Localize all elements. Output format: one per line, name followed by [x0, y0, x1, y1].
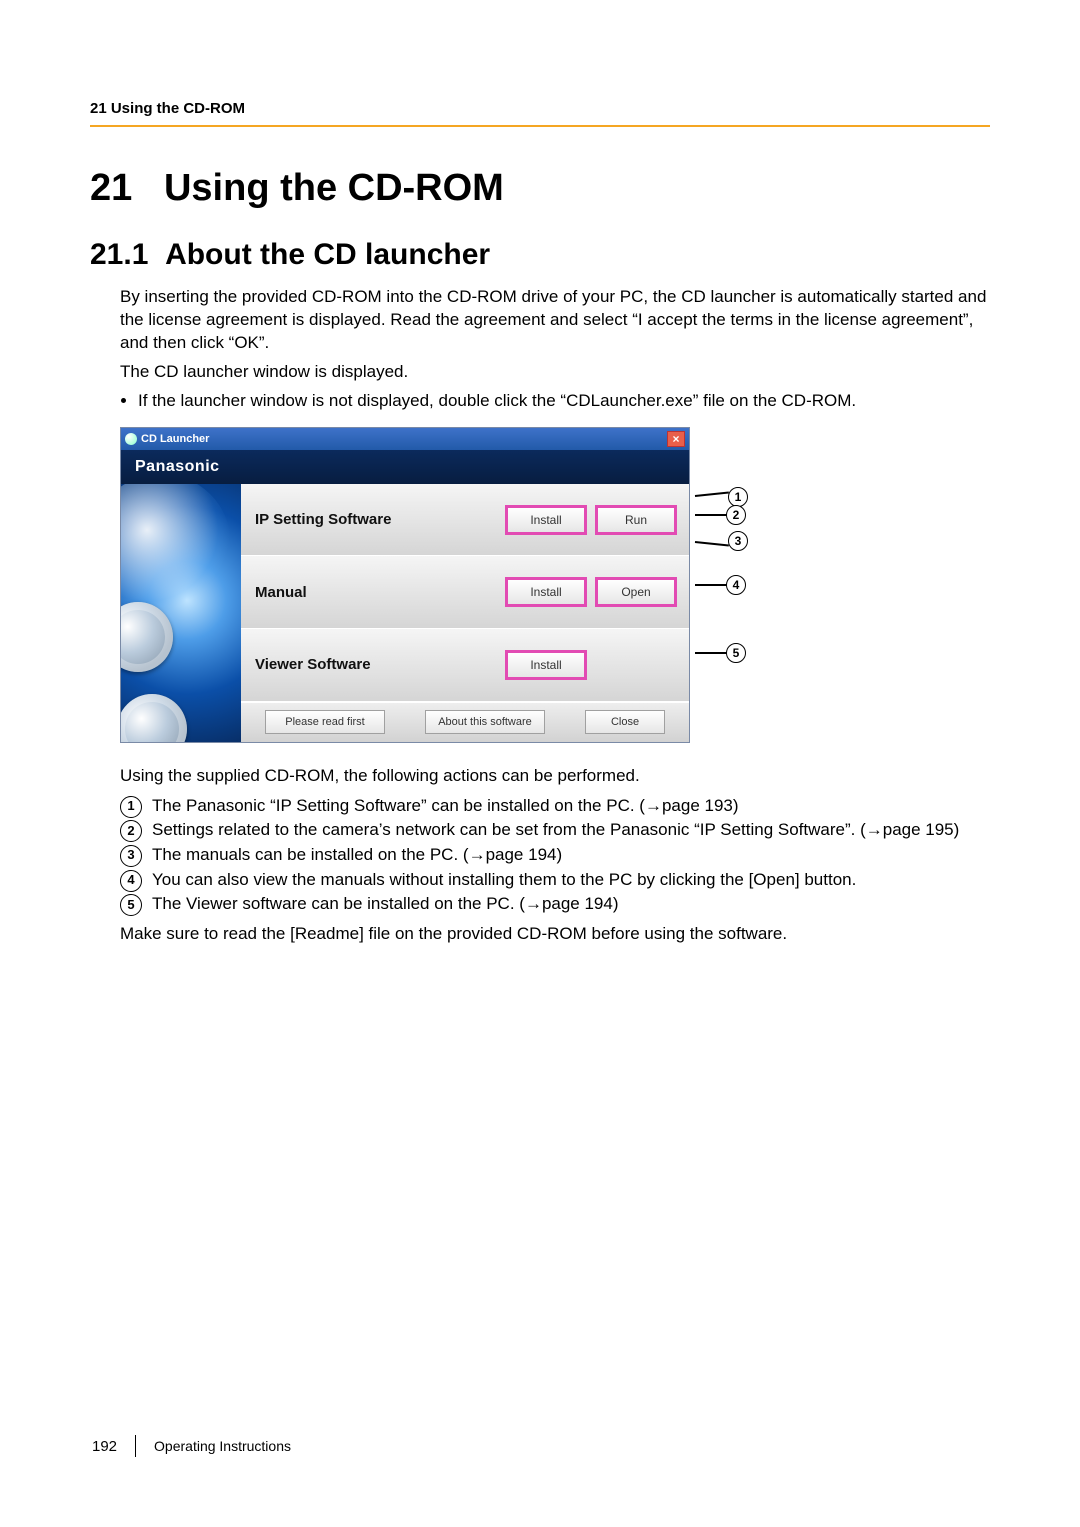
callout-number: 2	[726, 505, 746, 525]
page-number: 192	[92, 1438, 117, 1455]
app-icon	[125, 433, 137, 445]
page-footer: 192 Operating Instructions	[92, 1435, 291, 1457]
circled-number-icon: 5	[120, 894, 142, 916]
section-heading: 21.1 About the CD launcher	[90, 238, 990, 272]
install-button[interactable]: Install	[507, 579, 585, 605]
callout-number: 4	[726, 575, 746, 595]
window-title: CD Launcher	[141, 433, 209, 445]
section-number: 21.1	[90, 238, 148, 271]
callout-2: 2	[695, 505, 746, 525]
legend-item-2: 2 Settings related to the camera’s networ…	[90, 818, 990, 843]
chapter-title: Using the CD-ROM	[164, 167, 504, 209]
brand-bar: Panasonic	[121, 450, 689, 484]
circled-number-icon: 4	[120, 870, 142, 892]
install-button[interactable]: Install	[507, 507, 585, 533]
callout-5: 5	[695, 643, 746, 663]
launcher-bottom-bar: Please read first About this software Cl…	[241, 702, 689, 742]
footer-separator	[135, 1435, 136, 1457]
callout-number: 3	[728, 531, 748, 551]
legend-item-1: 1 The Panasonic “IP Setting Software” can…	[90, 794, 990, 819]
legend-item-4: 4 You can also view the manuals without i…	[90, 868, 990, 893]
legend-tail: Make sure to read the [Readme] file on t…	[90, 923, 990, 946]
legend-text: You can also view the manuals without in…	[152, 868, 990, 893]
disc-icon	[121, 602, 173, 672]
row-label: Manual	[255, 584, 495, 601]
about-this-software-button[interactable]: About this software	[425, 710, 545, 734]
callout-3: 3	[695, 531, 748, 551]
please-read-first-button[interactable]: Please read first	[265, 710, 385, 734]
cd-launcher-window: CD Launcher × Panasonic IP Setting Softw…	[120, 427, 690, 743]
callout-1: 1	[695, 487, 748, 507]
row-viewer-software: Viewer Software Install	[241, 629, 689, 702]
callout-4: 4	[695, 575, 746, 595]
legend-text: The manuals can be installed on the PC. …	[152, 843, 990, 868]
legend-list: 1 The Panasonic “IP Setting Software” can…	[90, 794, 990, 917]
chapter-number: 21	[90, 167, 132, 209]
legend-text: The Panasonic “IP Setting Software” can …	[152, 794, 990, 819]
row-label: Viewer Software	[255, 656, 495, 673]
circled-number-icon: 1	[120, 796, 142, 818]
circled-number-icon: 2	[120, 820, 142, 842]
row-label: IP Setting Software	[255, 511, 495, 528]
side-illustration	[121, 484, 241, 742]
section-title: About the CD launcher	[165, 238, 490, 271]
row-manual: Manual Install Open	[241, 556, 689, 629]
legend-text: Settings related to the camera’s network…	[152, 818, 990, 843]
callout-number: 1	[728, 487, 748, 507]
window-titlebar: CD Launcher ×	[121, 428, 689, 450]
install-button[interactable]: Install	[507, 652, 585, 678]
close-button[interactable]: Close	[585, 710, 665, 734]
disc-icon	[121, 694, 187, 742]
row-ip-setting-software: IP Setting Software Install Run	[241, 484, 689, 557]
circled-number-icon: 3	[120, 845, 142, 867]
cd-launcher-figure: CD Launcher × Panasonic IP Setting Softw…	[120, 427, 740, 743]
legend-item-3: 3 The manuals can be installed on the PC.…	[90, 843, 990, 868]
chapter-heading: 21 Using the CD-ROM	[90, 167, 990, 210]
close-icon[interactable]: ×	[667, 431, 685, 447]
intro-paragraph-2: The CD launcher window is displayed.	[90, 361, 990, 384]
footer-doc-title: Operating Instructions	[154, 1438, 291, 1454]
run-button[interactable]: Run	[597, 507, 675, 533]
running-header: 21 Using the CD-ROM	[90, 100, 990, 127]
open-button[interactable]: Open	[597, 579, 675, 605]
callout-number: 5	[726, 643, 746, 663]
legend-lead: Using the supplied CD-ROM, the following…	[90, 765, 990, 788]
legend-text: The Viewer software can be installed on …	[152, 892, 990, 917]
intro-bullet-1: If the launcher window is not displayed,…	[138, 390, 990, 413]
intro-paragraph-1: By inserting the provided CD-ROM into th…	[90, 286, 990, 355]
legend-item-5: 5 The Viewer software can be installed on…	[90, 892, 990, 917]
